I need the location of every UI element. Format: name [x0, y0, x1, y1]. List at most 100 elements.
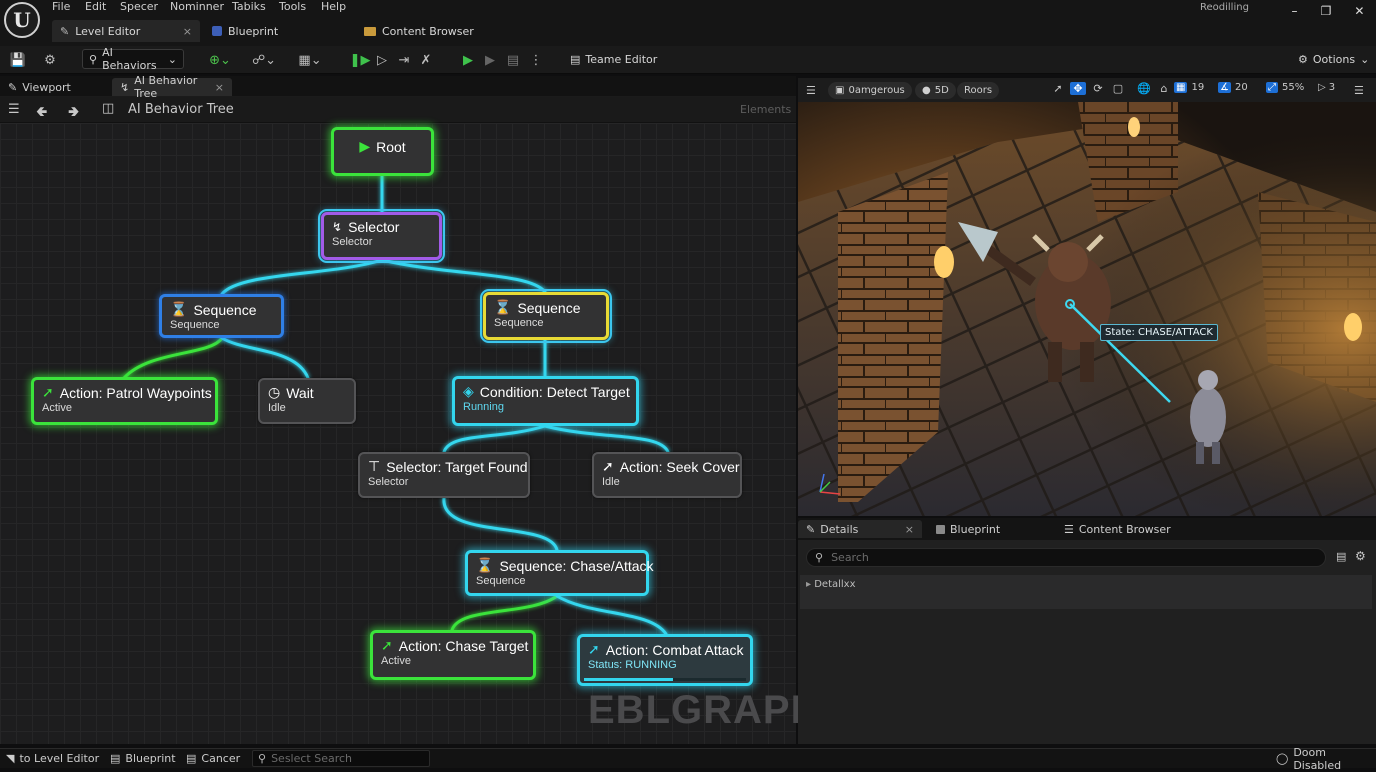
menu-specer[interactable]: Specer [120, 0, 158, 13]
list-icon[interactable]: ☰ [8, 102, 20, 117]
forward-arrow-icon[interactable]: 🢂 [68, 101, 79, 125]
sphere-icon: ● [922, 85, 931, 96]
menu-nominner[interactable]: Nominner [170, 0, 224, 13]
camera-speed[interactable]: ▷ 3 [1318, 82, 1335, 93]
node-target-found[interactable]: ⊤ Selector: Target Found Selector [358, 452, 530, 498]
close-window-icon[interactable]: ✕ [1354, 4, 1364, 18]
break-icon[interactable]: ✗ [416, 50, 436, 70]
close-tab-icon[interactable]: × [905, 523, 914, 536]
unreal-logo-icon[interactable]: U [4, 2, 40, 38]
tab-content-browser-details[interactable]: ☰ Content Browser [1056, 520, 1179, 538]
combat-progress-track [584, 678, 746, 681]
details-search-placeholder: Search [831, 551, 869, 564]
hamburger-icon[interactable]: ☰ [806, 84, 816, 97]
viewport-menu-icon[interactable]: ☰ [1354, 84, 1364, 97]
node-combat-attack-sub: Status: RUNNING [588, 659, 677, 671]
menu-help[interactable]: Help [321, 0, 346, 13]
options-dropdown[interactable]: ⚙ Ootions ⌄ [1292, 49, 1369, 69]
globe-icon[interactable]: 🌐 [1136, 82, 1152, 95]
details-category-row[interactable]: ▸ Detallxx [800, 575, 1372, 609]
step-icon[interactable]: ❚▶ [350, 50, 371, 70]
status-cancel[interactable]: ▤ Cancer [186, 750, 240, 767]
node-detect-target[interactable]: ◈ Condition: Detect Target Running [452, 376, 639, 426]
state-label: State: CHASE/ATTACK [1100, 324, 1218, 341]
node-sequence-left[interactable]: ⌛ Sequence Sequence [159, 294, 284, 338]
save-icon[interactable]: 💾 [8, 50, 28, 70]
back-arrow-icon[interactable]: 🢀 [36, 101, 47, 125]
snap-icon[interactable]: ⌂ [1156, 82, 1172, 95]
select-icon[interactable]: ➚ [1050, 82, 1066, 95]
node-root[interactable]: ▶ Root [331, 127, 434, 176]
step-over-icon[interactable]: ▷ [372, 50, 392, 70]
scale-snap-value: 55% [1282, 82, 1305, 93]
node-wait[interactable]: ◷ Wait Idle [258, 378, 356, 424]
tab-details-label: Details [820, 522, 859, 536]
table-view-icon[interactable]: ▤ [1336, 550, 1346, 563]
close-tab-icon[interactable]: × [183, 25, 192, 38]
details-search-input[interactable]: ⚲ Search [806, 548, 1326, 567]
menu-file[interactable]: File [52, 0, 70, 13]
tab-blueprint-details[interactable]: Blueprint [928, 520, 1008, 538]
lit-mode-chip-label: 5D [934, 85, 949, 96]
menu-edit[interactable]: Edit [85, 0, 106, 13]
status-blueprint[interactable]: ▤ Blueprint [110, 750, 176, 767]
status-search-input[interactable]: ⚲ Seslect Search [252, 750, 430, 767]
viewport-icon: ✎ [8, 80, 18, 94]
tab-ai-behavior-tree[interactable]: ↯ AI Behavior Tree × [112, 74, 232, 100]
node-sequence-left-title: Sequence [193, 301, 257, 318]
game-viewport[interactable]: State: CHASE/ATTACK [798, 102, 1376, 516]
lit-mode-chip[interactable]: ● 5D [915, 82, 956, 99]
node-seek-cover[interactable]: ➚ Action: Seek Cover Idle [592, 452, 742, 498]
menu-tools[interactable]: Tools [279, 0, 306, 13]
tab-content-browser-details-label: Content Browser [1078, 522, 1171, 536]
tab-viewport[interactable]: ✎ Viewport [0, 78, 79, 96]
ai-behaviors-dropdown[interactable]: ⚲ AI Behaviors ⌄ [82, 46, 184, 72]
node-patrol-waypoints[interactable]: ➚ Action: Patrol Waypoints Active [31, 377, 218, 425]
play-icon[interactable]: ▶ [458, 50, 478, 70]
grid-icon[interactable]: ▦⌄ [296, 50, 324, 70]
simulate-icon[interactable]: ▶ [480, 50, 500, 70]
tab-blueprint[interactable]: Blueprint [204, 20, 286, 42]
settings-icon[interactable]: ⚙ [40, 50, 60, 70]
node-sequence-right[interactable]: ⌛ Sequence Sequence [480, 289, 612, 343]
blueprint-icon: ▤ [110, 752, 121, 765]
show-chip[interactable]: Roors [957, 82, 1000, 99]
step-out-icon[interactable]: ⇥ [394, 50, 414, 70]
tab-content-browser[interactable]: Content Browser [356, 20, 482, 42]
tree-icon: ◫ [102, 101, 115, 116]
add-icon[interactable]: ⊕⌄ [206, 50, 234, 70]
close-tab-icon[interactable]: × [215, 81, 224, 94]
share-icon[interactable]: ☍⌄ [250, 50, 278, 70]
rotate-icon[interactable]: ⟳ [1090, 82, 1106, 95]
node-wait-sub: Idle [268, 402, 286, 414]
menu-tabiks[interactable]: Tabiks [232, 0, 266, 13]
status-level-editor[interactable]: ◥ to Level Editor [6, 750, 99, 767]
node-chase-attack-title: Sequence: Chase/Attack [499, 557, 654, 574]
move-icon[interactable]: ✥ [1070, 82, 1086, 95]
search-icon: ⚲ [258, 752, 267, 765]
tab-details[interactable]: ✎ Details × [798, 520, 922, 538]
more-options-icon[interactable]: ⋮ [526, 50, 546, 70]
node-chase-attack[interactable]: ⌛ Sequence: Chase/Attack Sequence [465, 550, 654, 596]
search-icon: ⚲ [815, 551, 824, 564]
stop-icon[interactable]: ▤ [503, 50, 523, 70]
scale-icon[interactable]: ▢ [1110, 82, 1126, 95]
teame-editor-button[interactable]: ▤ Teame Editor [564, 49, 664, 69]
minimize-icon[interactable]: – [1292, 4, 1298, 18]
maximize-icon[interactable]: ❐ [1321, 4, 1332, 18]
node-combat-attack[interactable]: ➚ Action: Combat Attack Status: RUNNING [577, 634, 753, 686]
list-icon: ☰ [1064, 522, 1074, 536]
node-target-found-title: Selector: Target Found [386, 458, 528, 475]
node-chase-target[interactable]: ➚ Action: Chase Target Active [370, 630, 536, 680]
rotation-snap[interactable]: ∡ 20 [1218, 82, 1248, 93]
scale-snap[interactable]: ⤢ 55% [1266, 82, 1304, 93]
run-icon: ➚ [588, 641, 600, 657]
node-chase-target-title: Action: Chase Target [398, 637, 529, 654]
grid-snap[interactable]: ▦ 19 [1174, 82, 1204, 93]
rotation-snap-value: 20 [1234, 82, 1248, 93]
node-selector[interactable]: ↯ Selector Selector [318, 209, 445, 263]
perspective-chip[interactable]: ▣ 0amgerous [828, 82, 912, 99]
tab-level-editor[interactable]: ✎ Level Editor × [52, 20, 200, 42]
options-label: Ootions [1312, 52, 1356, 66]
gear-icon[interactable]: ⚙ [1355, 549, 1366, 563]
